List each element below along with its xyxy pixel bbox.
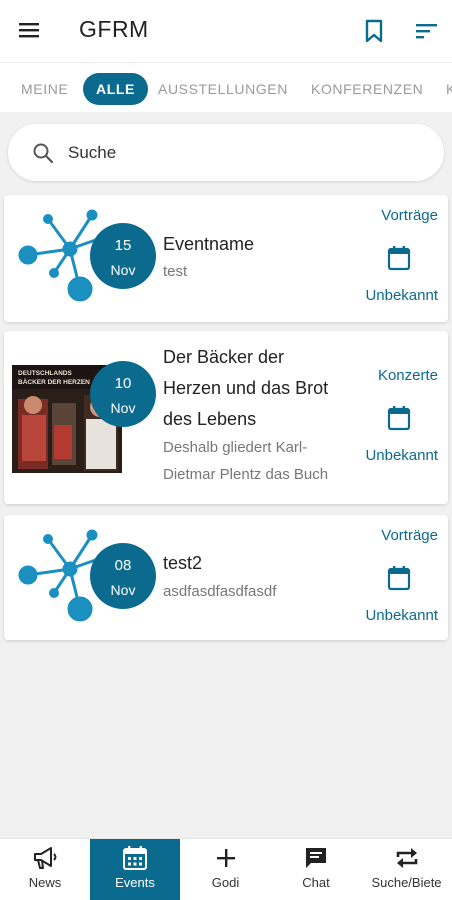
event-status: Unbekannt xyxy=(365,607,438,624)
event-category: Vorträge xyxy=(381,207,438,224)
nav-label: Godi xyxy=(211,875,240,890)
nav-godi[interactable]: Godi xyxy=(180,839,271,900)
nav-events[interactable]: Events xyxy=(90,839,180,900)
event-day: 10 xyxy=(114,375,132,392)
sort-icon[interactable] xyxy=(414,20,440,42)
event-description: Deshalb gliedert Karl- Dietmar Plentz da… xyxy=(163,434,328,488)
bookmark-icon[interactable] xyxy=(362,18,386,44)
event-description: asdfasdfasdfasdf xyxy=(163,583,277,600)
event-description-line: Dietmar Plentz das Buch xyxy=(163,466,329,483)
event-card[interactable]: DEUTSCHLANDS BÄCKER DER HERZEN 10 Nov De… xyxy=(4,331,448,504)
event-date-badge: 10 Nov xyxy=(90,361,156,427)
event-category: Vorträge xyxy=(381,527,438,544)
photo-title-line2: BÄCKER DER HERZEN xyxy=(18,378,90,386)
tab-more[interactable]: K xyxy=(446,73,452,105)
event-card[interactable]: 15 Nov Eventname test Vorträge Unbekannt xyxy=(4,195,448,322)
search-bar xyxy=(8,124,444,181)
event-month: Nov xyxy=(110,262,136,278)
event-name-line: Der Bäcker der xyxy=(163,347,285,367)
calendar-icon xyxy=(123,846,147,870)
bottom-navigation: News Events Godi Chat Suche/Biete xyxy=(0,838,452,900)
app-title: GFRM xyxy=(79,16,149,42)
nav-label: Events xyxy=(115,875,155,890)
nav-suche-biete[interactable]: Suche/Biete xyxy=(361,839,452,900)
event-month: Nov xyxy=(110,582,136,598)
plus-icon xyxy=(216,849,235,867)
tab-konferenzen[interactable]: KONFERENZEN xyxy=(311,73,423,105)
nav-news[interactable]: News xyxy=(0,839,90,900)
swap-icon xyxy=(396,848,417,868)
calendar-icon[interactable] xyxy=(387,245,411,271)
search-icon xyxy=(33,143,54,164)
nav-label: Suche/Biete xyxy=(371,875,442,890)
event-description: test xyxy=(163,263,188,280)
event-name-line: des Lebens xyxy=(163,409,257,429)
tab-meine[interactable]: MEINE xyxy=(21,73,68,105)
nav-chat[interactable]: Chat xyxy=(271,839,361,900)
megaphone-icon xyxy=(34,847,57,869)
nav-label: News xyxy=(28,875,62,890)
event-name: test2 xyxy=(163,553,203,573)
event-date-badge: 15 Nov xyxy=(90,223,156,289)
event-status: Unbekannt xyxy=(365,287,438,304)
calendar-icon[interactable] xyxy=(387,405,411,431)
event-day: 08 xyxy=(114,557,132,574)
event-description-line: Deshalb gliedert Karl- xyxy=(163,439,308,456)
event-status: Unbekannt xyxy=(365,447,438,464)
tab-alle[interactable]: ALLE xyxy=(83,73,148,105)
tab-ausstellungen[interactable]: AUSSTELLUNGEN xyxy=(158,73,288,105)
chat-icon xyxy=(306,848,326,868)
event-card[interactable]: 08 Nov test2 asdfasdfasdfasdf Vorträge U… xyxy=(4,515,448,640)
event-name-line: Herzen und das Brot xyxy=(163,378,329,398)
app-bar: GFRM xyxy=(0,0,452,62)
nav-label: Chat xyxy=(302,875,330,890)
event-month: Nov xyxy=(110,400,136,416)
event-name: Eventname xyxy=(163,234,255,254)
search-input[interactable] xyxy=(68,136,428,170)
event-day: 15 xyxy=(114,237,132,254)
event-date-badge: 08 Nov xyxy=(90,543,156,609)
event-category: Konzerte xyxy=(377,367,438,384)
category-tabs: MEINE ALLE AUSSTELLUNGEN KONFERENZEN K xyxy=(0,62,452,112)
photo-title-line1: DEUTSCHLANDS xyxy=(18,370,72,377)
calendar-icon[interactable] xyxy=(387,565,411,591)
menu-icon[interactable] xyxy=(18,20,42,40)
event-name: Der Bäcker der Herzen und das Brot des L… xyxy=(163,342,328,435)
